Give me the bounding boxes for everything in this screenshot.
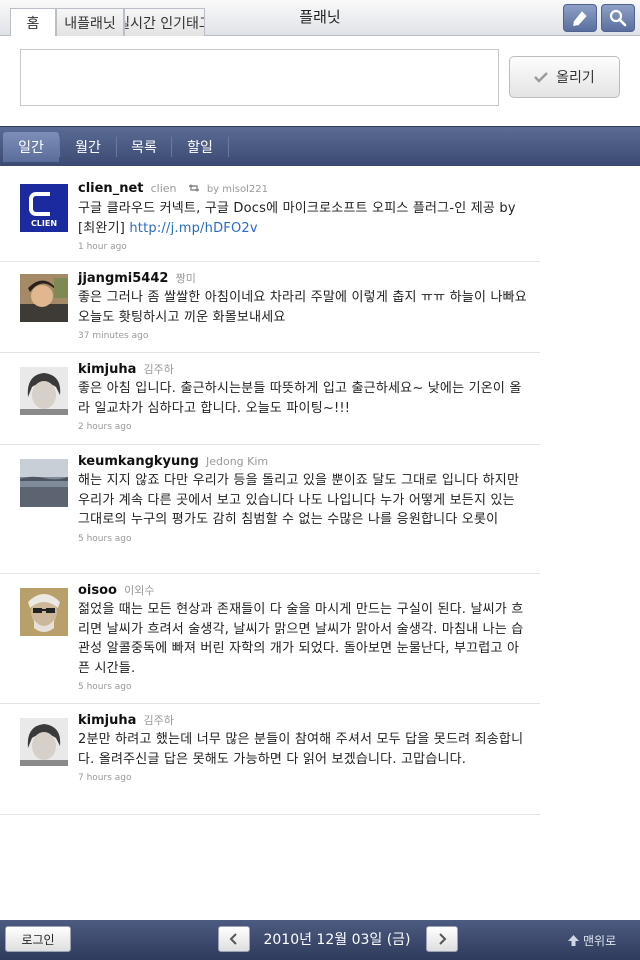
tab-monthly[interactable]: 월간: [60, 132, 116, 162]
chevron-left-icon: [229, 933, 237, 945]
avatar[interactable]: [20, 367, 68, 415]
retweet-icon: [188, 184, 199, 192]
clien-logo-text: CLIEN: [31, 219, 57, 228]
app-root: 홈 내플래닛 실시간 인기태그 플래닛 올리기 일간: [0, 0, 640, 960]
timestamp: 1 hour ago: [78, 242, 127, 252]
timeline-item[interactable]: kimjuha 김주하 좋은 아침 입니다. 출근하시는분들 따뜻하게 입고 출…: [0, 353, 540, 445]
timeline-item[interactable]: keumkangkyung Jedong Kim 해는 지지 않죠 다만 우리가…: [0, 445, 540, 574]
search-button[interactable]: [601, 4, 635, 32]
post-button[interactable]: 올리기: [509, 56, 620, 98]
landscape-photo-icon: [20, 459, 68, 507]
realname: 김주하: [143, 714, 174, 727]
user-photo-icon: [20, 274, 68, 322]
username[interactable]: clien_net: [78, 181, 143, 196]
clien-logo-icon: CLIEN: [20, 184, 68, 232]
timestamp: 37 minutes ago: [78, 331, 149, 341]
tab-todo[interactable]: 할일: [172, 132, 228, 162]
tweet-text: 해는 지지 않죠 다만 우리가 등을 돌리고 있을 뿐이죠 달도 그대로 입니다…: [78, 473, 520, 527]
timeline-item[interactable]: CLIEN clien_net clien by misol221 구글 클라우…: [0, 172, 540, 262]
retweet-by: by misol221: [206, 184, 268, 195]
timeline-feed: CLIEN clien_net clien by misol221 구글 클라우…: [0, 172, 540, 815]
chevron-right-icon: [439, 933, 447, 945]
username[interactable]: kimjuha: [78, 362, 136, 377]
tab-daily[interactable]: 일간: [3, 132, 59, 162]
tweet-text: 젊었을 때는 모든 현상과 존재들이 다 술을 마시게 만드는 구실이 된다. …: [78, 602, 524, 676]
compose-area: 올리기: [0, 36, 640, 126]
timestamp: 5 hours ago: [78, 533, 132, 544]
realname: 김주하: [143, 363, 174, 376]
app-title: 플래닛: [299, 8, 341, 26]
prev-date-button[interactable]: [218, 926, 250, 952]
edit-icon: [573, 11, 587, 26]
tweet-text: 좋은 아침 입니다. 출근하시는분들 따뜻하게 입고 출근하세요~ 낮에는 기온…: [78, 381, 522, 416]
nav-divider: [228, 137, 229, 157]
compose-input[interactable]: [20, 49, 499, 106]
timeline-item[interactable]: jjangmi5442 짱미 좋은 그러나 좀 쌀쌀한 아침이네요 차라리 주말…: [0, 262, 540, 353]
user-photo-icon: [20, 367, 68, 415]
top-bar: 홈 내플래닛 실시간 인기태그 플래닛: [0, 0, 640, 37]
timeline-item[interactable]: kimjuha 김주하 2분만 하려고 했는데 너무 많은 분들이 참여해 주셔…: [0, 704, 540, 815]
current-date: 2010년 12월 03일 (금): [263, 932, 411, 948]
username[interactable]: jjangmi5442: [78, 271, 168, 286]
realname: 짱미: [175, 272, 196, 285]
period-nav: 일간 월간 목록 할일: [0, 126, 640, 166]
tab-home[interactable]: 홈: [10, 8, 56, 37]
timeline-item[interactable]: oisoo 이외수 젊었을 때는 모든 현상과 존재들이 다 술을 마시게 만드…: [0, 574, 540, 704]
timestamp: 2 hours ago: [78, 422, 132, 432]
next-date-button[interactable]: [426, 926, 458, 952]
avatar[interactable]: [20, 718, 68, 766]
tweet-text: 구글 클라우드 커넥트, 구글 Docs에 마이크로소프트 오피스 플러그-인 …: [78, 201, 516, 236]
login-button[interactable]: 로그인: [5, 926, 71, 952]
username[interactable]: keumkangkyung: [78, 454, 199, 469]
username[interactable]: kimjuha: [78, 713, 136, 728]
tweet-text: 2분만 하려고 했는데 너무 많은 분들이 참여해 주셔서 모두 답을 못드려 …: [78, 732, 524, 767]
realname: clien: [150, 182, 177, 195]
search-icon: [609, 9, 627, 27]
bottom-bar: 로그인 2010년 12월 03일 (금) 맨위로: [0, 920, 640, 960]
avatar[interactable]: [20, 459, 68, 507]
user-photo-icon: [20, 718, 68, 766]
tab-trending-tags[interactable]: 실시간 인기태그: [124, 8, 205, 36]
scroll-to-top-label: 맨위로: [583, 934, 617, 948]
arrow-up-icon: [568, 935, 579, 946]
tab-my-planet[interactable]: 내플래닛: [56, 8, 124, 36]
write-button[interactable]: [563, 4, 597, 32]
scroll-to-top-button[interactable]: 맨위로: [568, 932, 616, 949]
realname: Jedong Kim: [205, 455, 269, 468]
tweet-text: 좋은 그러나 좀 쌀쌀한 아침이네요 차라리 주말에 이렇게 춥지 ㅠㅠ 하늘이…: [78, 290, 527, 325]
username[interactable]: oisoo: [78, 583, 117, 598]
tab-list[interactable]: 목록: [117, 132, 171, 162]
avatar[interactable]: [20, 274, 68, 322]
tweet-link[interactable]: http://j.mp/hDFO2v: [129, 221, 257, 236]
realname: 이외수: [124, 584, 155, 597]
timestamp: 7 hours ago: [78, 773, 132, 783]
avatar[interactable]: CLIEN: [20, 184, 68, 232]
checkmark-icon: [534, 72, 549, 83]
timestamp: 5 hours ago: [78, 682, 132, 692]
post-button-label: 올리기: [556, 70, 595, 86]
user-photo-icon: [20, 588, 68, 636]
avatar[interactable]: [20, 588, 68, 636]
